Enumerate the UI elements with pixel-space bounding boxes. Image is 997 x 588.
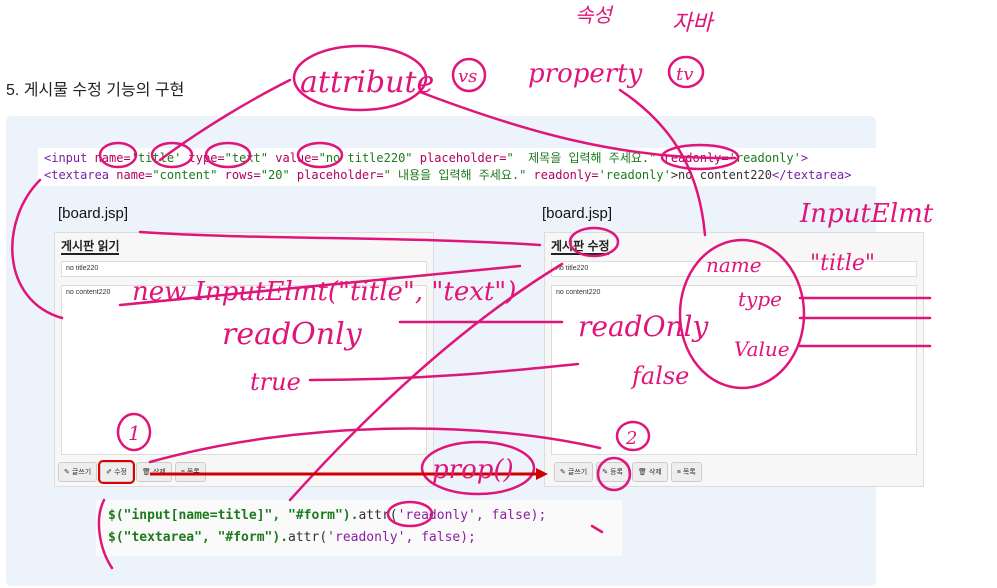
right-delete-button[interactable]: 🗑 삭제: [631, 462, 668, 482]
vs-circle: [451, 57, 487, 93]
attribute-circle: [292, 44, 428, 112]
jquery-line-2: $("textarea", "#form").attr('readonly', …: [108, 530, 476, 545]
left-board-title: 게시판 읽기: [61, 239, 120, 253]
html-code-box: <input name='title' type="text" value="n…: [38, 148, 990, 186]
code-line-2: <textarea name="content" rows="20" place…: [44, 168, 852, 182]
pencil-icon: ✎: [560, 469, 566, 476]
left-list-button[interactable]: ≡ 목록: [174, 462, 206, 482]
section-title-text: 게시물 수정 기능의 구현: [23, 82, 185, 99]
tv-circle: [667, 55, 705, 89]
korean-note-1: 속성: [575, 3, 614, 27]
left-board-underline: [61, 253, 119, 255]
right-register-button[interactable]: ✎ 등록: [596, 462, 629, 482]
code-line-1: <input name='title' type="text" value="n…: [44, 151, 809, 165]
list-icon: ≡: [676, 468, 681, 476]
left-board: 게시판 읽기 no title220 no content220: [54, 232, 434, 487]
trash-icon: 🗑: [141, 469, 151, 476]
left-file-label: [board.jsp]: [58, 205, 129, 222]
attribute-label: attribute: [300, 65, 434, 100]
jquery-code-box: $("input[name=title]", "#form").attr('re…: [96, 500, 622, 556]
left-content-field[interactable]: no content220: [61, 285, 427, 455]
list-icon: ≡: [180, 468, 185, 476]
left-edit-button[interactable]: ✐ 수정: [98, 460, 135, 484]
right-toolbar: ✎ 글쓰기 ✎ 등록 🗑 삭제 ≡ 목록: [554, 462, 702, 484]
right-content-field[interactable]: no content220: [551, 285, 917, 455]
property-label: property: [528, 59, 643, 89]
pencil-icon: ✎: [602, 469, 609, 476]
right-list-button[interactable]: ≡ 목록: [670, 462, 702, 482]
left-toolbar: ✎ 글쓰기 ✐ 수정 🗑 삭제 ≡ 목록: [58, 460, 206, 484]
tv-label: tv: [676, 64, 693, 85]
section-number: 5.: [6, 82, 20, 99]
right-board-title: 게시판 수정: [551, 239, 610, 253]
right-write-button[interactable]: ✎ 글쓰기: [554, 462, 594, 482]
edit-icon: ✐: [106, 469, 113, 476]
left-title-field[interactable]: no title220: [61, 261, 427, 277]
right-board: 게시판 수정 no title220 no content220: [544, 232, 924, 487]
pencil-icon: ✎: [64, 469, 70, 476]
right-board-underline: [551, 253, 609, 255]
right-title-field[interactable]: no title220: [551, 261, 917, 277]
left-delete-button[interactable]: 🗑 삭제: [135, 462, 172, 482]
jquery-line-1: $("input[name=title]", "#form").attr('re…: [108, 508, 547, 523]
right-file-label: [board.jsp]: [542, 205, 613, 222]
left-write-button[interactable]: ✎ 글쓰기: [58, 462, 98, 482]
vs-label: vs: [458, 66, 477, 87]
trash-icon: 🗑: [637, 469, 647, 476]
section-title: 5. 게시물 수정 기능의 구현: [6, 76, 184, 100]
korean-note-2: 자바: [672, 11, 715, 36]
